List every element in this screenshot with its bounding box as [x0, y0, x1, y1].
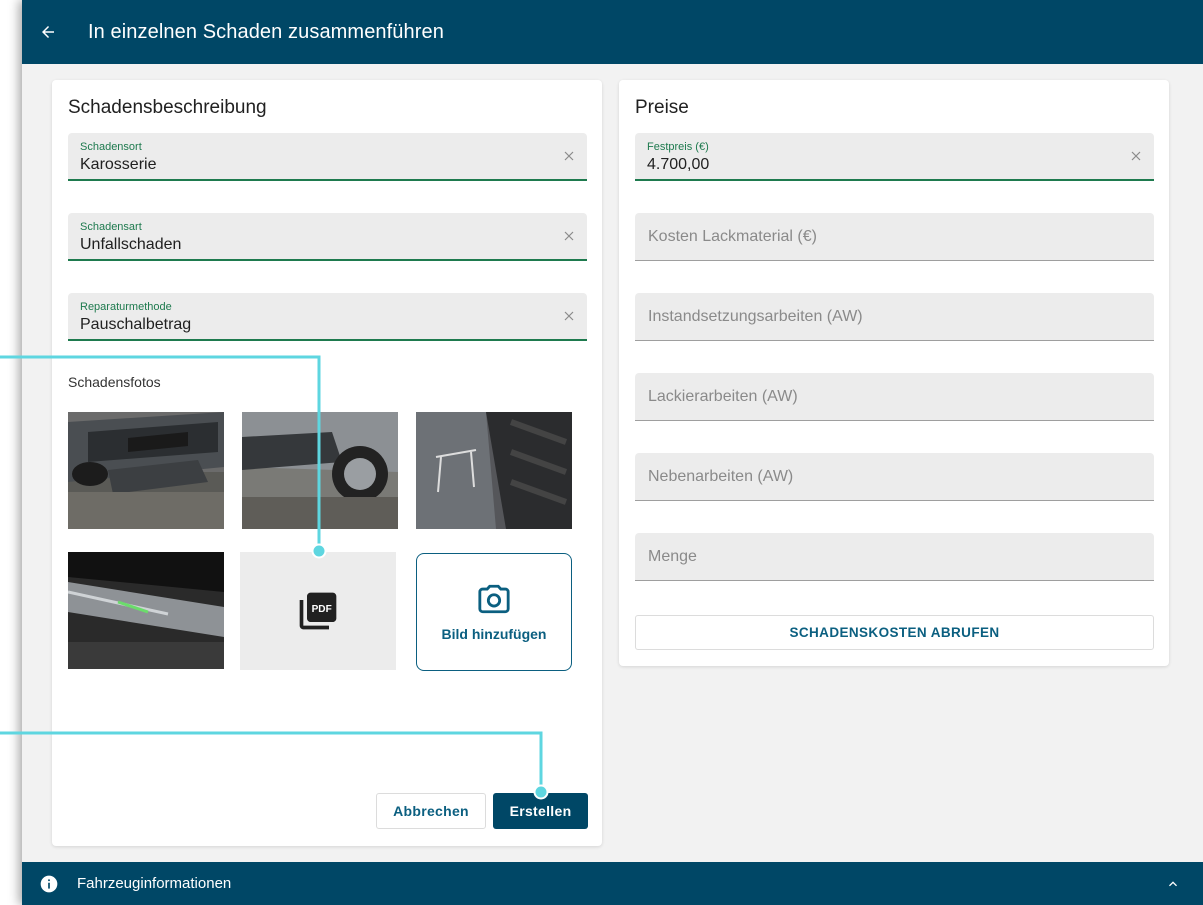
- damage-description-card: Schadensbeschreibung Schadensort Karosse…: [52, 80, 602, 846]
- damage-location-value: Karosserie: [80, 156, 157, 173]
- additional-work-field[interactable]: Nebenarbeiten (AW): [635, 453, 1154, 501]
- damage-photo-4[interactable]: [68, 552, 224, 669]
- damage-location-field[interactable]: Schadensort Karosserie: [68, 133, 587, 181]
- back-button[interactable]: [22, 0, 74, 64]
- repair-method-value: Pauschalbetrag: [80, 316, 192, 333]
- vehicle-info-panel-header[interactable]: Fahrzeuginformationen: [22, 862, 1203, 905]
- vehicle-info-title: Fahrzeuginformationen: [77, 875, 232, 892]
- prices-heading: Preise: [635, 97, 689, 118]
- damage-photo-3[interactable]: [416, 412, 572, 529]
- clear-icon[interactable]: [561, 228, 577, 244]
- fixed-price-label: Festpreis (€): [647, 141, 709, 153]
- damage-location-label: Schadensort: [80, 141, 142, 153]
- damage-photo-2[interactable]: [242, 412, 398, 529]
- create-button[interactable]: Erstellen: [493, 793, 588, 829]
- quantity-field[interactable]: Menge: [635, 533, 1154, 581]
- add-photo-label: Bild hinzufügen: [441, 626, 547, 642]
- damage-photo-1[interactable]: [68, 412, 224, 529]
- chevron-up-icon[interactable]: [1165, 876, 1181, 892]
- quantity-placeholder: Menge: [648, 548, 697, 565]
- add-photo-button[interactable]: Bild hinzufügen: [416, 553, 572, 671]
- damage-type-label: Schadensart: [80, 221, 142, 233]
- damage-description-heading: Schadensbeschreibung: [68, 97, 267, 118]
- svg-text:PDF: PDF: [312, 604, 332, 615]
- clear-icon[interactable]: [561, 148, 577, 164]
- repair-method-field[interactable]: Reparaturmethode Pauschalbetrag: [68, 293, 587, 341]
- paint-material-cost-field[interactable]: Kosten Lackmaterial (€): [635, 213, 1154, 261]
- info-icon: [40, 875, 58, 892]
- top-app-bar: In einzelnen Schaden zusammenführen: [22, 0, 1203, 64]
- page-title: In einzelnen Schaden zusammenführen: [88, 20, 444, 43]
- fetch-damage-costs-button[interactable]: SCHADENSKOSTEN ABRUFEN: [635, 615, 1154, 650]
- clear-icon[interactable]: [1128, 148, 1144, 164]
- paint-material-cost-placeholder: Kosten Lackmaterial (€): [648, 228, 817, 245]
- app-screen: In einzelnen Schaden zusammenführen Scha…: [22, 0, 1203, 905]
- fixed-price-field[interactable]: Festpreis (€) 4.700,00: [635, 133, 1154, 181]
- additional-work-placeholder: Nebenarbeiten (AW): [648, 468, 794, 485]
- damage-photos-label: Schadensfotos: [68, 374, 161, 390]
- pdf-icon: PDF: [299, 592, 337, 630]
- damage-type-field[interactable]: Schadensart Unfallschaden: [68, 213, 587, 261]
- repair-method-label: Reparaturmethode: [80, 301, 172, 313]
- repair-work-field[interactable]: Instandsetzungsarbeiten (AW): [635, 293, 1154, 341]
- pdf-attachment[interactable]: PDF: [240, 552, 396, 670]
- clear-icon[interactable]: [561, 308, 577, 324]
- fixed-price-value: 4.700,00: [647, 156, 710, 173]
- prices-card: Preise Festpreis (€) 4.700,00 Kosten Lac…: [619, 80, 1169, 666]
- arrow-left-icon: [42, 26, 54, 38]
- cancel-button[interactable]: Abbrechen: [376, 793, 486, 829]
- damage-type-value: Unfallschaden: [80, 236, 182, 253]
- camera-icon: [478, 584, 510, 614]
- repair-work-placeholder: Instandsetzungsarbeiten (AW): [648, 308, 863, 325]
- painting-work-placeholder: Lackierarbeiten (AW): [648, 388, 798, 405]
- painting-work-field[interactable]: Lackierarbeiten (AW): [635, 373, 1154, 421]
